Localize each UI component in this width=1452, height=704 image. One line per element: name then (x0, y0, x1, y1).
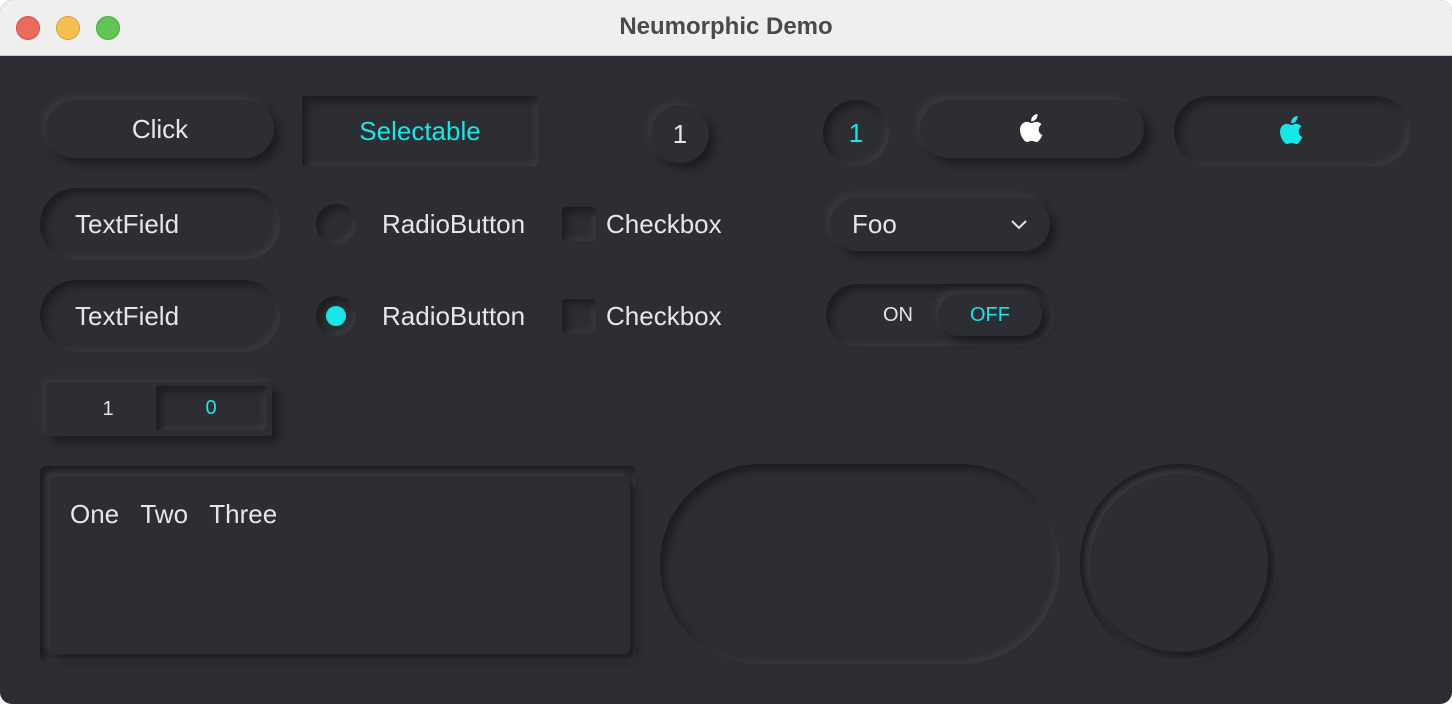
content-area: Click Selectable 1 1 TextField RadioButt… (0, 56, 1452, 704)
radio-button-selected[interactable] (316, 296, 356, 336)
on-off-switch[interactable]: ON OFF (826, 284, 1054, 346)
circle-panel (1090, 474, 1268, 652)
combo-box-value: Foo (852, 209, 897, 239)
segment-right-label: 0 (205, 396, 217, 419)
app-window: Neumorphic Demo Click Selectable 1 1 Tex… (0, 0, 1452, 704)
radio-selected-dot (326, 306, 346, 326)
radio-button-label: RadioButton (382, 301, 526, 331)
selectable-toggle-button[interactable]: Selectable (302, 96, 538, 166)
text-area[interactable]: One Two Three (50, 476, 630, 654)
chevron-down-icon (1011, 220, 1027, 230)
circle-panel-frame (1080, 464, 1278, 662)
click-button[interactable]: Click (46, 100, 274, 158)
counter-button[interactable]: 1 (651, 105, 709, 163)
combo-box[interactable]: Foo (830, 197, 1050, 251)
checkbox-label: Checkbox (606, 301, 722, 331)
switch-off-label: OFF (970, 303, 1010, 326)
text-field-value: TextField (75, 301, 180, 331)
segment-right[interactable]: 0 (156, 386, 266, 430)
checkbox-label: Checkbox (606, 209, 722, 239)
counter-label: 1 (672, 118, 688, 149)
large-pill-panel (660, 464, 1060, 664)
radio-button-unselected[interactable] (316, 204, 356, 244)
checkbox-unchecked[interactable] (562, 207, 596, 241)
text-field[interactable]: TextField (40, 188, 280, 260)
window-title: Neumorphic Demo (619, 13, 833, 40)
segment-left-label: 1 (102, 397, 114, 420)
segmented-control: 1 0 (46, 382, 272, 436)
text-field-value: TextField (75, 209, 180, 239)
radio-button-label: RadioButton (382, 209, 526, 239)
segment-left[interactable]: 1 (54, 388, 162, 430)
switch-on-label: ON (883, 303, 913, 326)
apple-icon (1280, 116, 1303, 144)
apple-button[interactable] (920, 100, 1144, 158)
apple-selected-button[interactable] (1174, 96, 1410, 166)
selectable-label: Selectable (359, 115, 481, 146)
checkbox-unchecked-2[interactable] (562, 299, 596, 333)
text-area-frame: One Two Three (40, 466, 636, 662)
text-field-2[interactable]: TextField (40, 280, 280, 352)
click-button-label: Click (131, 113, 189, 144)
switch-off-option[interactable]: OFF (938, 294, 1042, 336)
counter-selected-button[interactable]: 1 (823, 100, 889, 166)
title-bar: Neumorphic Demo (0, 0, 1452, 56)
apple-icon (1020, 114, 1043, 142)
counter-selected-label: 1 (848, 117, 864, 148)
text-area-content: One Two Three (70, 499, 278, 529)
